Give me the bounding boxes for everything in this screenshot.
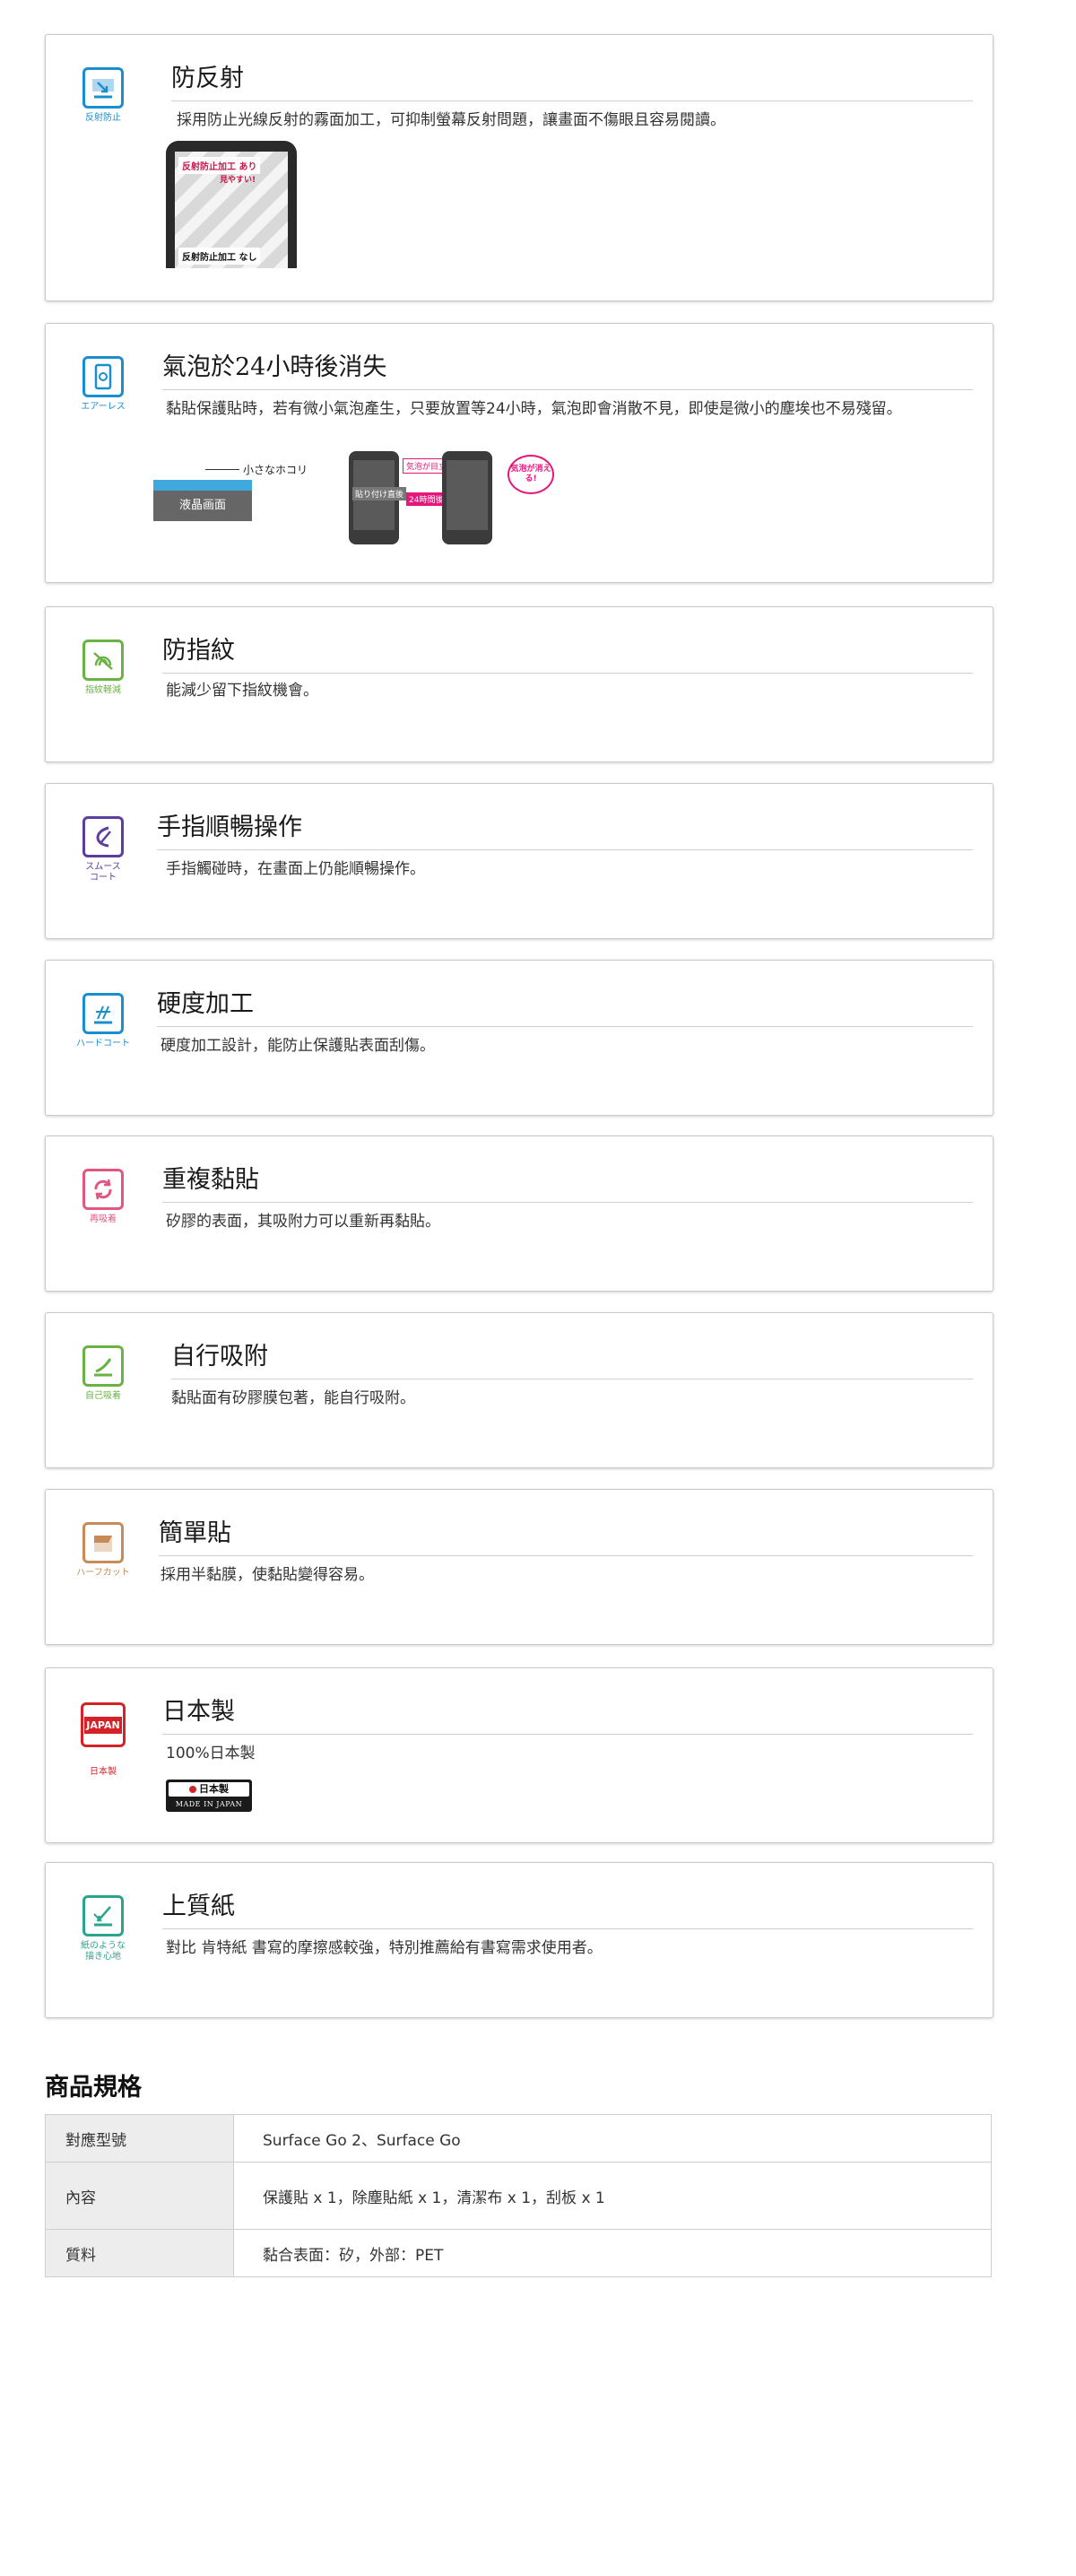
feature-caption: 指紋軽減: [85, 685, 121, 695]
feature-card-paper-feel: 紙のような 描き心地 上質紙 對比 肯特紙 書寫的摩擦感較強，特別推薦給有書寫需…: [45, 1862, 994, 2018]
feature-title: 硬度加工: [157, 990, 254, 1018]
feature-badge: スムース コート: [76, 816, 130, 883]
feature-title: 防指紋: [162, 637, 235, 665]
smooth-coat-icon: [82, 816, 124, 857]
feature-card-reusable: 再吸着 重複黏貼 矽膠的表面，其吸附力可以重新再黏貼。: [45, 1136, 994, 1292]
feature-description: 硬度加工設計，能防止保護貼表面刮傷。: [161, 1037, 435, 1055]
feature-badge: 紙のような 描き心地: [76, 1895, 130, 1962]
feature-card-self-adhesive: 自己吸着 自行吸附 黏貼面有矽膠膜包著，能自行吸附。: [45, 1312, 994, 1468]
feature-description: 對比 肯特紙 書寫的摩擦感較強，特別推薦給有書寫需求使用者。: [166, 1939, 603, 1957]
feature-description: 矽膠的表面，其吸附力可以重新再黏貼。: [166, 1213, 440, 1231]
reusable-icon: [82, 1169, 124, 1210]
feature-card-anti-fingerprint: 指紋軽減 防指紋 能減少留下指紋機會。: [45, 606, 994, 762]
feature-caption: ハードコート: [76, 1039, 130, 1049]
spec-key: 內容: [45, 2162, 234, 2230]
feature-title: 簡單貼: [159, 1519, 231, 1547]
feature-caption: ハーフカット: [76, 1568, 130, 1578]
feature-description: 黏貼保護貼時，若有微小氣泡產生，只要放置等24小時，氣泡即會消散不見，即使是微小…: [166, 400, 902, 418]
japan-icon-text: JAPAN: [84, 1716, 122, 1734]
badge-main-text: 日本製: [199, 1783, 229, 1795]
feature-caption: 自己吸着: [85, 1391, 121, 1401]
divider: [162, 673, 973, 674]
feature-badge: ハーフカット: [76, 1522, 130, 1579]
feature-badge: ハードコート: [76, 993, 130, 1049]
illustration-label: 反射防止加工 あり: [178, 157, 261, 174]
anti-glare-icon: [82, 67, 124, 109]
feature-description: 能減少留下指紋機會。: [166, 682, 318, 700]
feature-description: 手指觸碰時，在畫面上仍能順暢操作。: [166, 860, 425, 878]
feature-description: 100%日本製: [166, 1745, 256, 1762]
feature-card-made-in-japan: JAPAN 日本製 日本製 100%日本製 日本製 MADE IN JAPAN: [45, 1667, 994, 1843]
illustration-label: 見やすい!: [220, 176, 256, 185]
illustration-label: 液晶画面: [153, 491, 252, 521]
table-row: 質料 黏合表面：矽，外部：PET: [45, 2229, 992, 2277]
japan-flag-dot: [189, 1786, 196, 1793]
spec-value: 保護貼 x 1，除塵貼紙 x 1，清潔布 x 1，刮板 x 1: [233, 2162, 992, 2230]
feature-description: 採用防止光線反射的霧面加工，可抑制螢幕反射問題，讓畫面不傷眼且容易閱讀。: [177, 111, 725, 129]
spec-key: 對應型號: [45, 2114, 234, 2163]
divider: [157, 849, 973, 850]
feature-caption: エアーレス: [81, 402, 126, 412]
feature-title: 日本製: [162, 1698, 235, 1726]
film-layer: [153, 480, 252, 491]
spec-key: 質料: [45, 2229, 234, 2277]
illustration-label: 反射防止加工 なし: [178, 248, 261, 265]
illustration-label: 24時間後: [406, 492, 447, 506]
feature-badge: 反射防止: [76, 67, 130, 124]
feature-badge: 再吸着: [76, 1169, 130, 1225]
feature-caption: スムース コート: [85, 862, 121, 883]
feature-caption: 日本製: [90, 1767, 117, 1777]
feature-badge: 自己吸着: [76, 1345, 130, 1402]
self-adhesive-icon: [82, 1345, 124, 1387]
anti-glare-illustration: 反射防止加工 あり 見やすい! 反射防止加工 なし: [166, 141, 297, 268]
phone-after: [442, 451, 492, 544]
feature-title: 手指順暢操作: [157, 814, 302, 841]
feature-title: 氣泡於24小時後消失: [162, 353, 387, 381]
feature-caption: 再吸着: [90, 1214, 117, 1224]
feature-card-airless: エアーレス 氣泡於24小時後消失 黏貼保護貼時，若有微小氣泡產生，只要放置等24…: [45, 323, 994, 583]
feature-title: 自行吸附: [171, 1343, 268, 1371]
illustration-label: 貼り付け直後: [352, 487, 407, 500]
fingerprint-icon: [82, 640, 124, 681]
spec-value: Surface Go 2、Surface Go: [233, 2114, 992, 2163]
feature-badge: 指紋軽減: [76, 640, 130, 696]
airless-icon: [82, 356, 124, 397]
table-row: 對應型號 Surface Go 2、Surface Go: [45, 2114, 992, 2163]
feature-caption: 反射防止: [85, 113, 121, 123]
divider: [159, 1555, 973, 1556]
half-cut-icon: [82, 1522, 124, 1563]
divider: [171, 100, 973, 101]
divider: [162, 1202, 973, 1203]
spec-heading: 商品規格: [45, 2074, 142, 2102]
spec-value: 黏合表面：矽，外部：PET: [233, 2229, 992, 2277]
feature-description: 黏貼面有矽膠膜包著，能自行吸附。: [171, 1389, 415, 1407]
badge-sub-text: MADE IN JAPAN: [175, 1800, 243, 1808]
divider: [162, 389, 973, 390]
airless-illustration: 小さなホコリ 液晶画面 貼り付け直後 気泡が目立つ 24時間後 気泡が消える!: [153, 451, 584, 550]
divider: [162, 1928, 973, 1929]
feature-title: 上質紙: [162, 1893, 235, 1920]
japan-icon: JAPAN: [81, 1702, 126, 1747]
table-row: 內容 保護貼 x 1，除塵貼紙 x 1，清潔布 x 1，刮板 x 1: [45, 2162, 992, 2230]
feature-caption: 紙のような 描き心地: [81, 1941, 126, 1962]
illustration-label: 気泡が消える!: [508, 455, 554, 494]
feature-description: 採用半黏膜，使黏貼變得容易。: [161, 1566, 374, 1584]
paper-feel-icon: [82, 1895, 124, 1936]
feature-card-half-cut: ハーフカット 簡單貼 採用半黏膜，使黏貼變得容易。: [45, 1489, 994, 1645]
feature-card-anti-glare: 反射防止 防反射 採用防止光線反射的霧面加工，可抑制螢幕反射問題，讓畫面不傷眼且…: [45, 34, 994, 301]
feature-badge: エアーレス: [76, 356, 130, 413]
feature-title: 防反射: [171, 65, 244, 92]
spec-table: 對應型號 Surface Go 2、Surface Go 內容 保護貼 x 1，…: [45, 2114, 992, 2277]
feature-card-smooth: スムース コート 手指順暢操作 手指觸碰時，在畫面上仍能順暢操作。: [45, 783, 994, 939]
made-in-japan-badge: 日本製 MADE IN JAPAN: [166, 1780, 252, 1812]
feature-title: 重複黏貼: [162, 1166, 259, 1194]
divider: [157, 1026, 973, 1027]
divider: [162, 1734, 973, 1735]
illustration-label: 小さなホコリ: [198, 462, 308, 477]
feature-card-hard-coat: ハードコート 硬度加工 硬度加工設計，能防止保護貼表面刮傷。: [45, 960, 994, 1116]
hard-coat-icon: [82, 993, 124, 1034]
